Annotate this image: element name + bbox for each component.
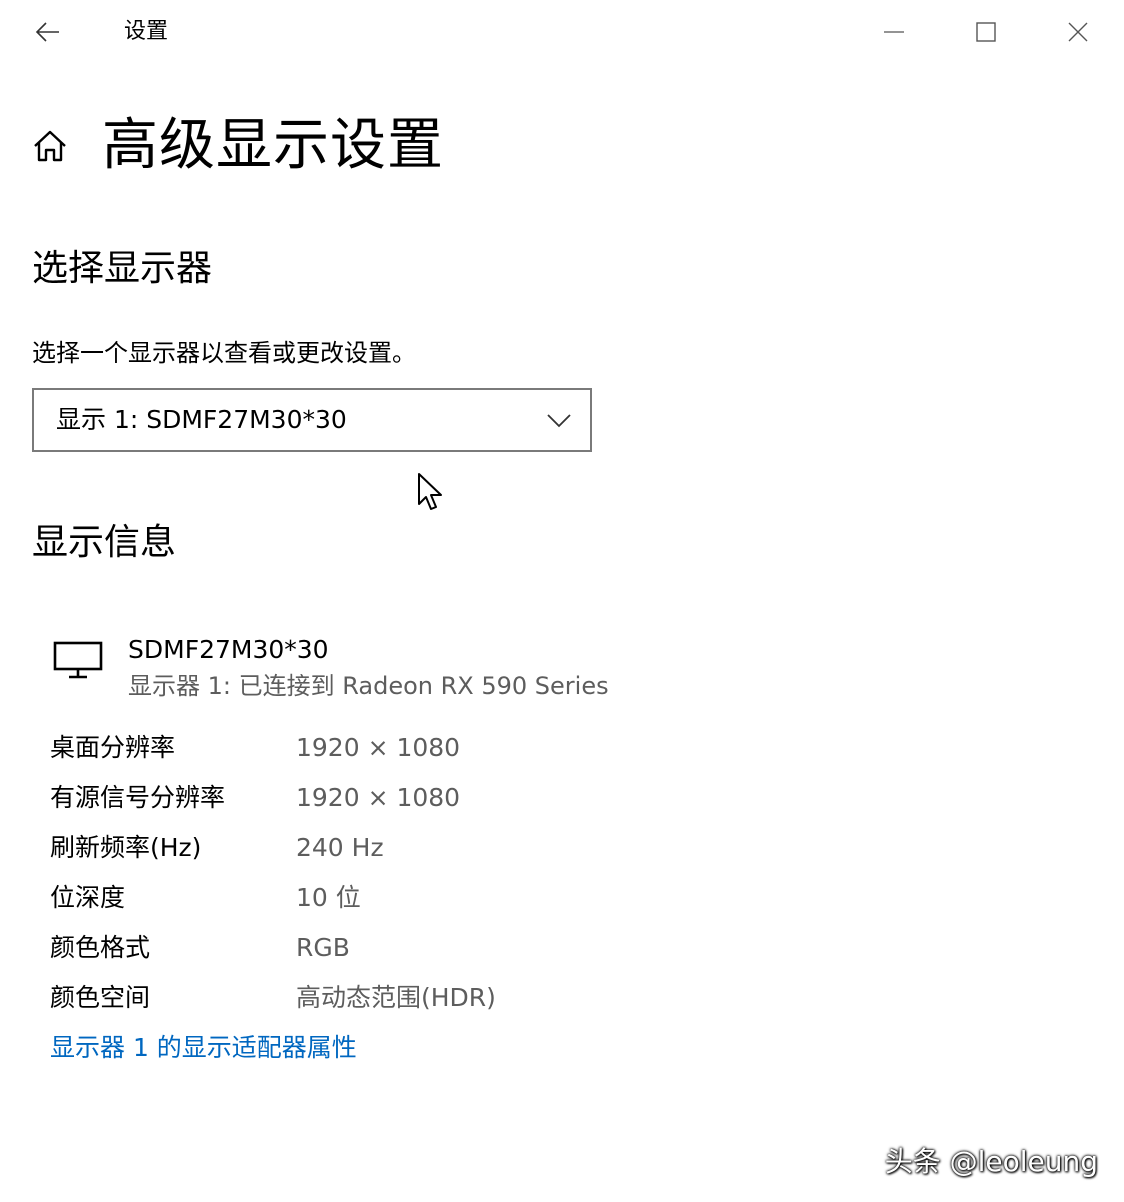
home-icon xyxy=(34,130,66,162)
close-button[interactable] xyxy=(1056,12,1100,52)
home-button[interactable] xyxy=(28,124,72,168)
info-row-active-signal-resolution: 有源信号分辨率 1920 × 1080 xyxy=(50,778,750,818)
maximize-icon xyxy=(976,22,996,42)
info-row-refresh-rate: 刷新频率(Hz) 240 Hz xyxy=(50,828,750,868)
info-row-color-format: 颜色格式 RGB xyxy=(50,928,750,968)
info-value: 240 Hz xyxy=(296,833,384,862)
info-label: 有源信号分辨率 xyxy=(50,783,226,812)
window-title: 设置 xyxy=(124,19,169,44)
close-icon xyxy=(1068,22,1088,42)
info-row-bit-depth: 位深度 10 位 xyxy=(50,878,750,918)
display-select-dropdown[interactable]: 显示 1: SDMF27M30*30 xyxy=(32,388,592,452)
info-label: 颜色空间 xyxy=(50,983,151,1012)
watermark: 头条 @leoleung xyxy=(884,1145,1098,1178)
info-label: 位深度 xyxy=(50,883,126,912)
minimize-icon xyxy=(884,31,904,33)
arrow-left-icon xyxy=(35,22,59,42)
mouse-pointer-icon xyxy=(418,473,442,510)
info-row-desktop-resolution: 桌面分辨率 1920 × 1080 xyxy=(50,728,750,768)
info-value: 1920 × 1080 xyxy=(296,783,461,812)
page-title: 高级显示设置 xyxy=(102,113,444,178)
info-value: 高动态范围(HDR) xyxy=(296,983,496,1012)
monitor-icon xyxy=(53,641,103,679)
dropdown-selected-value: 显示 1: SDMF27M30*30 xyxy=(56,405,347,434)
display-adapter-properties-link[interactable]: 显示器 1 的显示适配器属性 xyxy=(50,1028,357,1068)
page-header: 高级显示设置 xyxy=(28,108,444,184)
info-label: 桌面分辨率 xyxy=(50,733,176,762)
monitor-name: SDMF27M30*30 xyxy=(128,635,329,664)
select-display-hint: 选择一个显示器以查看或更改设置。 xyxy=(32,339,416,367)
chevron-down-icon xyxy=(547,414,571,428)
monitor-connection-status: 显示器 1: 已连接到 Radeon RX 590 Series xyxy=(128,672,609,700)
info-label: 颜色格式 xyxy=(50,933,151,962)
info-value: 10 位 xyxy=(296,883,361,912)
back-button[interactable] xyxy=(26,14,70,50)
title-bar: 设置 xyxy=(0,0,1124,64)
info-label: 刷新频率(Hz) xyxy=(50,833,202,862)
display-info-heading: 显示信息 xyxy=(32,522,177,563)
select-display-heading: 选择显示器 xyxy=(32,248,213,289)
info-value: RGB xyxy=(296,933,350,962)
info-row-color-space: 颜色空间 高动态范围(HDR) xyxy=(50,978,750,1018)
info-value: 1920 × 1080 xyxy=(296,733,461,762)
minimize-button[interactable] xyxy=(872,12,916,52)
maximize-button[interactable] xyxy=(964,12,1008,52)
